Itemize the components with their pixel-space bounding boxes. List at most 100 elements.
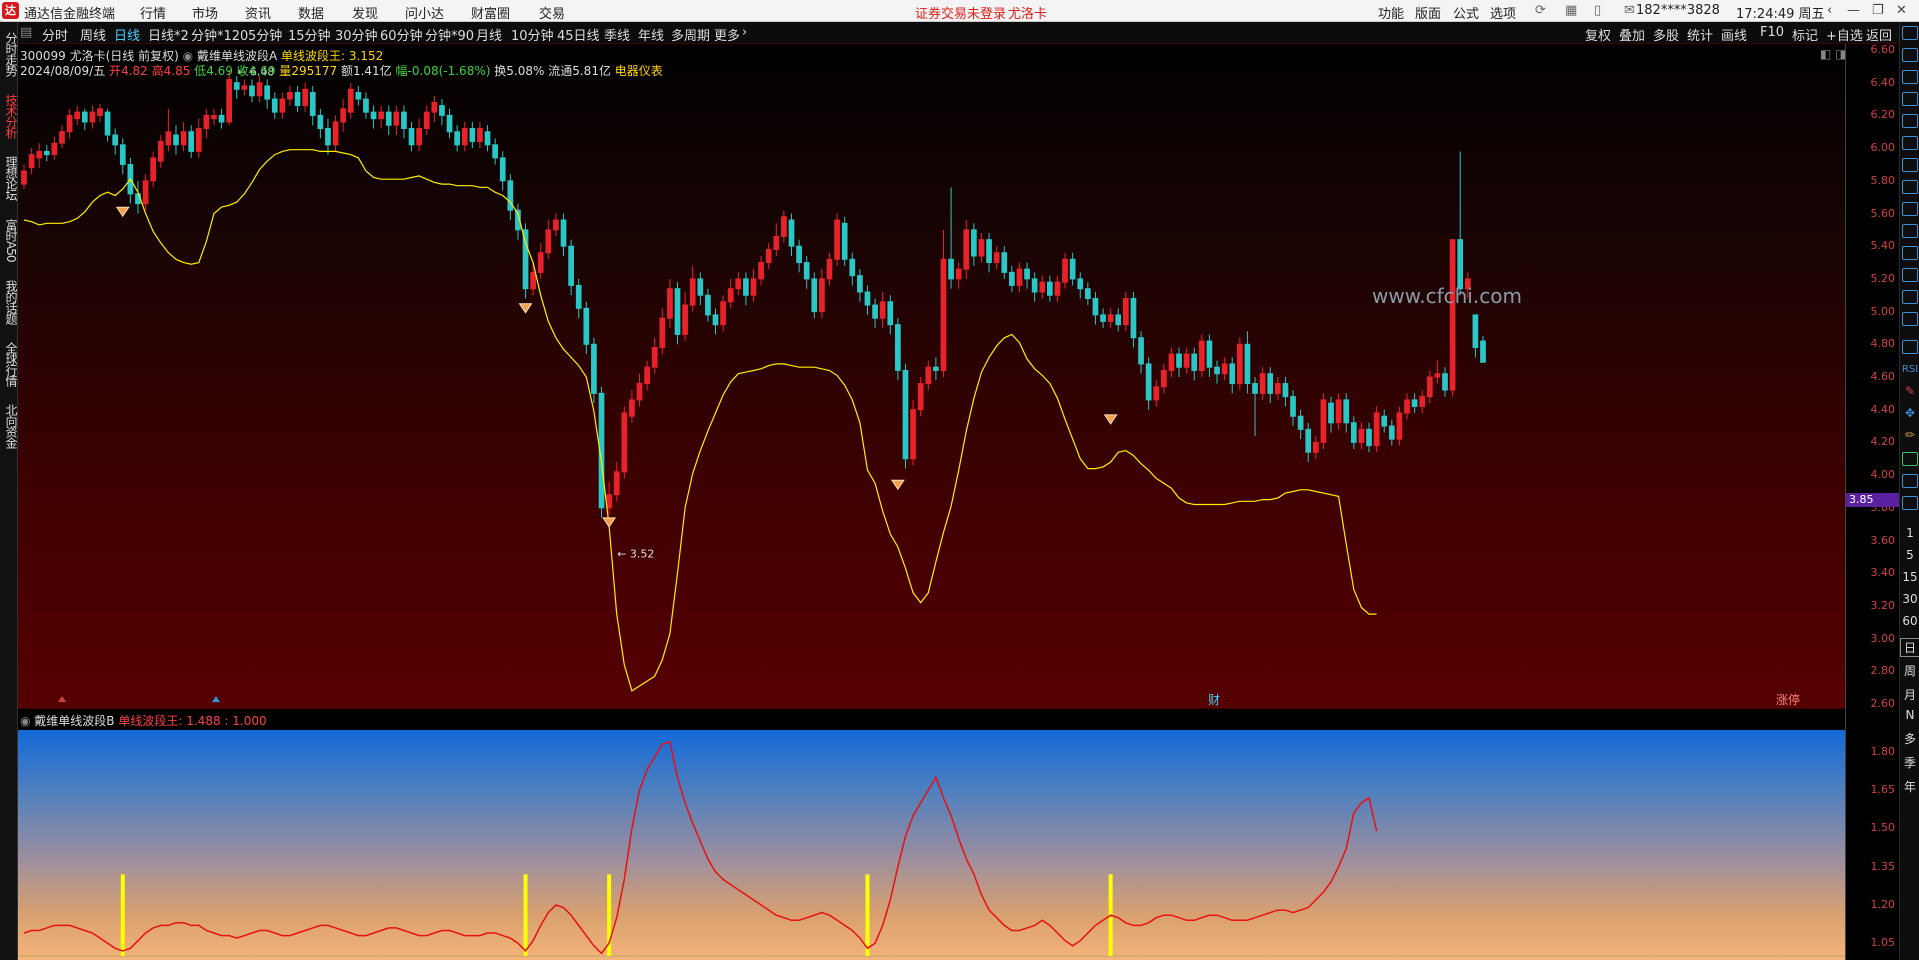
period-tab[interactable]: 日线*2 bbox=[148, 25, 189, 44]
tool-xuanxiang[interactable]: 选项 bbox=[1490, 3, 1516, 22]
arrow-up-icon[interactable] bbox=[1902, 26, 1918, 40]
table-icon[interactable] bbox=[1902, 180, 1918, 194]
fq-icon[interactable] bbox=[1902, 246, 1918, 260]
candlestick-chart[interactable]: ← 6.48← 3.52财 涨停 bbox=[18, 44, 1845, 708]
menu-faxian[interactable]: 发现 bbox=[352, 3, 378, 22]
menu-shuju[interactable]: 数据 bbox=[298, 3, 324, 22]
fm-icon[interactable] bbox=[1902, 202, 1918, 216]
period-multi[interactable]: 多 bbox=[1900, 730, 1919, 747]
period-tab-more[interactable]: 更多 bbox=[714, 25, 740, 44]
tool-fanhui[interactable]: 返回 bbox=[1866, 25, 1892, 44]
back-icon[interactable]: ‹ bbox=[1827, 3, 1832, 18]
panel-controls-icon[interactable]: ◧ ◨ bbox=[1820, 47, 1847, 61]
tool-zixuan[interactable]: +自选 bbox=[1826, 25, 1863, 44]
layout-icon[interactable]: ▤ bbox=[20, 25, 32, 40]
refresh-icon[interactable]: ⟳ bbox=[1535, 3, 1546, 18]
tool-huaxian[interactable]: 画线 bbox=[1721, 25, 1747, 44]
period-15[interactable]: 15 bbox=[1900, 570, 1919, 584]
period-5[interactable]: 5 bbox=[1900, 548, 1919, 562]
mail-icon[interactable]: ✉ bbox=[1624, 3, 1635, 18]
oscillator-chart[interactable] bbox=[18, 730, 1845, 960]
arrow-down-icon[interactable] bbox=[1902, 48, 1918, 62]
box-icon[interactable] bbox=[1902, 496, 1918, 510]
login-notice[interactable]: 证券交易未登录 bbox=[915, 3, 1006, 22]
period-tab[interactable]: 季线 bbox=[604, 25, 630, 44]
menu-shichang[interactable]: 市场 bbox=[192, 3, 218, 22]
period-month[interactable]: 月 bbox=[1900, 686, 1919, 703]
indicator-toggle-icon[interactable]: ◉ bbox=[183, 49, 197, 63]
sub-chart-panel[interactable] bbox=[18, 730, 1845, 960]
move-icon[interactable]: ✥ bbox=[1900, 406, 1919, 420]
period-tab[interactable]: 45日线 bbox=[557, 25, 600, 44]
tool-gongshi[interactable]: 公式 bbox=[1453, 3, 1479, 22]
period-30[interactable]: 30 bbox=[1900, 592, 1919, 606]
period-tab[interactable]: 多周期 bbox=[671, 25, 710, 44]
minimize-icon[interactable]: — bbox=[1847, 3, 1860, 18]
period-tab[interactable]: 周线 bbox=[80, 25, 106, 44]
menu-caifuquan[interactable]: 财富圈 bbox=[471, 3, 510, 22]
tool-fuquan[interactable]: 复权 bbox=[1585, 25, 1611, 44]
trend-icon[interactable] bbox=[1902, 136, 1918, 150]
fk-icon[interactable] bbox=[1902, 290, 1918, 304]
tab-fenshi[interactable]: 分时走势 bbox=[0, 24, 18, 84]
tool-diejia[interactable]: 叠加 bbox=[1619, 25, 1645, 44]
bars-icon[interactable] bbox=[1902, 114, 1918, 128]
tab-lixiang[interactable]: 理想论坛 bbox=[0, 148, 18, 208]
tab-quanqiu[interactable]: 全球行情 bbox=[0, 334, 18, 394]
period-1[interactable]: 1 bbox=[1900, 526, 1919, 540]
period-tab[interactable]: 分时 bbox=[42, 25, 68, 44]
fy-icon[interactable] bbox=[1902, 312, 1918, 326]
tab-huati[interactable]: 我的话题 bbox=[0, 272, 18, 332]
sub-toggle-icon[interactable]: ◉ bbox=[20, 714, 34, 728]
pencil-icon[interactable]: ✏ bbox=[1900, 428, 1919, 442]
tab-jishu[interactable]: 技术分析 bbox=[0, 86, 18, 146]
close-icon[interactable]: ✕ bbox=[1896, 3, 1907, 18]
fg-icon[interactable] bbox=[1902, 224, 1918, 238]
period-tab[interactable]: 分钟*120 bbox=[191, 25, 248, 44]
restore-icon[interactable]: ❐ bbox=[1872, 3, 1884, 18]
period-tab[interactable]: 分钟*90 bbox=[425, 25, 474, 44]
tool-tongji[interactable]: 统计 bbox=[1687, 25, 1713, 44]
tab-beixiang[interactable]: 北向资金 bbox=[0, 396, 18, 456]
fs-icon[interactable] bbox=[1902, 474, 1918, 488]
candle-icon[interactable] bbox=[1902, 158, 1918, 172]
menu-zixun[interactable]: 资讯 bbox=[245, 3, 271, 22]
period-60[interactable]: 60 bbox=[1900, 614, 1919, 628]
tool-duogu[interactable]: 多股 bbox=[1653, 25, 1679, 44]
tool-f10[interactable]: F10 bbox=[1760, 25, 1784, 40]
quote-sector[interactable]: 电器仪表 bbox=[615, 64, 663, 78]
tool-banmian[interactable]: 版面 bbox=[1415, 3, 1441, 22]
tab-fushi[interactable]: 富时A50 bbox=[0, 210, 18, 270]
account-id[interactable]: 182****3828 bbox=[1636, 3, 1720, 18]
chevron-right-icon[interactable]: › bbox=[742, 25, 747, 40]
menu-hangqing[interactable]: 行情 bbox=[140, 3, 166, 22]
period-tab[interactable]: 10分钟 bbox=[511, 25, 554, 44]
menu-jiaoyi[interactable]: 交易 bbox=[539, 3, 565, 22]
menu-wenxiaoda[interactable]: 问小达 bbox=[405, 3, 444, 22]
period-tab[interactable]: 日线 bbox=[114, 25, 140, 44]
lock-icon[interactable]: ▯ bbox=[1594, 3, 1601, 18]
grid-icon[interactable]: ▦ bbox=[1565, 3, 1577, 18]
period-tab[interactable]: 30分钟 bbox=[335, 25, 378, 44]
period-tab[interactable]: 5分钟 bbox=[248, 25, 282, 44]
period-year[interactable]: 年 bbox=[1900, 778, 1919, 795]
chart-icon[interactable] bbox=[1902, 452, 1918, 466]
period-season[interactable]: 季 bbox=[1900, 754, 1919, 771]
tool-gongneng[interactable]: 功能 bbox=[1378, 3, 1404, 22]
period-day[interactable]: 日 bbox=[1900, 638, 1919, 657]
candle-body bbox=[659, 317, 666, 349]
period-tab[interactable]: 月线 bbox=[476, 25, 502, 44]
tool-biaoji[interactable]: 标记 bbox=[1792, 25, 1818, 44]
fz-icon[interactable] bbox=[1902, 268, 1918, 282]
wrench-icon[interactable]: ✎ bbox=[1900, 384, 1919, 398]
period-n[interactable]: N bbox=[1900, 708, 1919, 722]
period-tab[interactable]: 60分钟 bbox=[380, 25, 423, 44]
main-chart-panel[interactable]: ← 6.48 ← 3.52 财涨停 300099 尤洛卡(日线 前复权) ◉ 戴维单… bbox=[18, 44, 1847, 708]
period-week[interactable]: 周 bbox=[1900, 662, 1919, 679]
period-tab[interactable]: 年线 bbox=[638, 25, 664, 44]
period-tab[interactable]: 15分钟 bbox=[288, 25, 331, 44]
rsi-button[interactable]: RSI bbox=[1900, 364, 1919, 375]
wave-icon[interactable] bbox=[1902, 340, 1918, 354]
grid-icon[interactable] bbox=[1902, 92, 1918, 106]
layout-icon[interactable] bbox=[1902, 70, 1918, 84]
